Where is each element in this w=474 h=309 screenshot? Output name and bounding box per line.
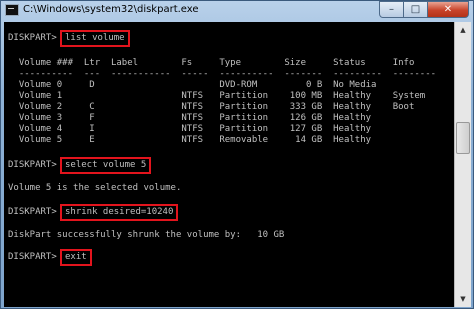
vertical-scrollbar[interactable]: ▲ ▼	[454, 22, 471, 307]
prompt-label: DISKPART>	[8, 252, 57, 262]
command-shrink: shrink desired=10240	[60, 204, 179, 221]
volume-row: Volume 5 E NTFS Removable 14 GB Healthy	[8, 135, 372, 145]
console-output[interactable]: DISKPART> list volume Volume ### Ltr Lab…	[4, 22, 454, 307]
volume-row: Volume 4 I NTFS Partition 127 GB Healthy	[8, 124, 372, 134]
console-app-icon	[5, 4, 19, 16]
prompt-label: DISKPART>	[8, 207, 57, 217]
volume-row: Volume 1 NTFS Partition 100 MB Healthy S…	[8, 91, 426, 101]
scroll-up-arrow-icon[interactable]: ▲	[455, 22, 471, 38]
volume-table-separator: ---------- --- ----------- ----- -------…	[8, 69, 437, 79]
command-select-volume: select volume 5	[60, 157, 152, 174]
command-exit: exit	[60, 249, 92, 266]
volume-row: Volume 0 D DVD-ROM 0 B No Media	[8, 80, 377, 90]
maximize-button[interactable]: □	[404, 1, 428, 18]
window-title: C:\Windows\system32\diskpart.exe	[23, 4, 199, 15]
title-bar[interactable]: C:\Windows\system32\diskpart.exe – □ ✕	[1, 1, 473, 21]
volume-row: Volume 2 C NTFS Partition 333 GB Healthy…	[8, 102, 415, 112]
window-controls: – □ ✕	[379, 1, 469, 18]
minimize-button[interactable]: –	[379, 1, 404, 18]
scrollbar-thumb[interactable]	[456, 122, 470, 154]
prompt-label: DISKPART>	[8, 33, 57, 43]
scroll-down-arrow-icon[interactable]: ▼	[455, 291, 471, 307]
shrink-message: DiskPart successfully shrunk the volume …	[8, 230, 285, 240]
console-window: C:\Windows\system32\diskpart.exe – □ ✕ D…	[0, 0, 474, 309]
volume-row: Volume 3 F NTFS Partition 126 GB Healthy	[8, 113, 372, 123]
prompt-label: DISKPART>	[8, 160, 57, 170]
selected-message: Volume 5 is the selected volume.	[8, 183, 182, 193]
close-button[interactable]: ✕	[428, 1, 469, 18]
command-list-volume: list volume	[60, 30, 130, 47]
volume-table-header: Volume ### Ltr Label Fs Type Size Status…	[8, 58, 415, 68]
